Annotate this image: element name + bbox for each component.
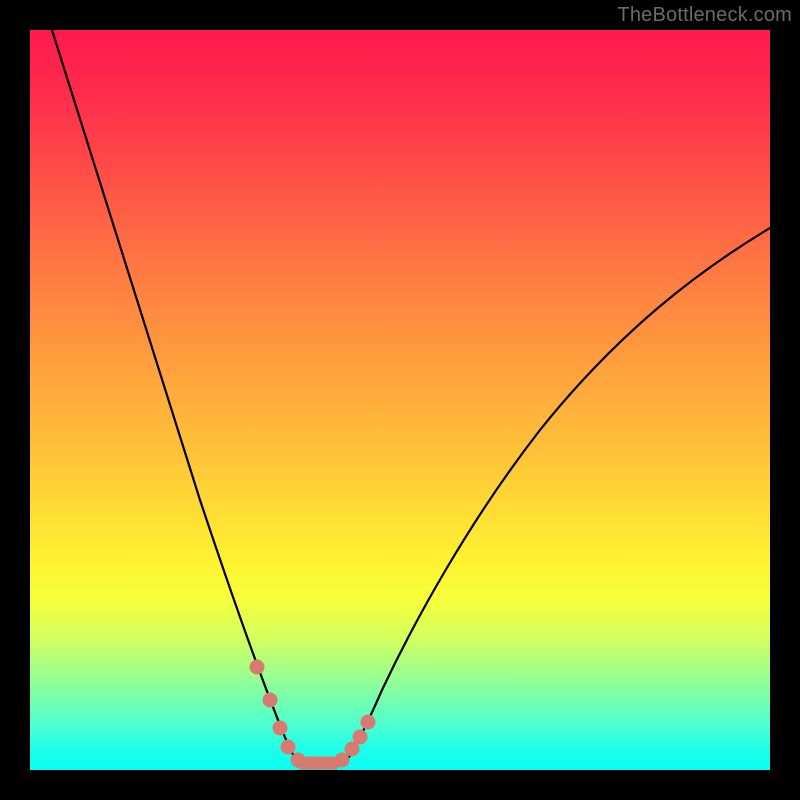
chart-frame: TheBottleneck.com: [0, 0, 800, 800]
marker-group: [250, 660, 376, 768]
marker-dot: [353, 730, 368, 745]
plot-area: [30, 30, 770, 770]
marker-dot: [263, 693, 278, 708]
marker-dot: [361, 715, 376, 730]
left-curve: [52, 30, 302, 768]
curve-layer: [30, 30, 770, 770]
marker-dot: [250, 660, 265, 675]
watermark-text: TheBottleneck.com: [617, 4, 792, 27]
marker-dot: [273, 721, 288, 736]
marker-dot: [281, 740, 296, 755]
right-curve: [342, 228, 770, 766]
